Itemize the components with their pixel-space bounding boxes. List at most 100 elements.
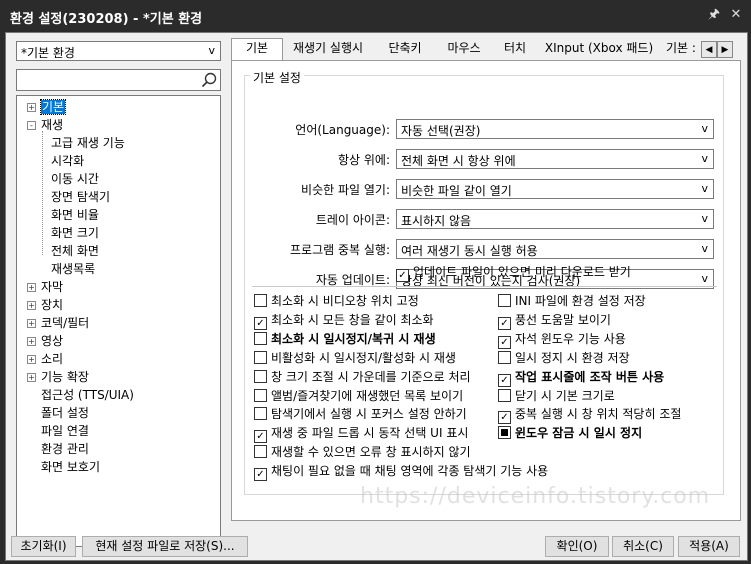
tree-item-label: 고급 재생 기능 (51, 136, 125, 150)
tree-item[interactable]: 자막 (41, 279, 63, 296)
option-label: 중복 실행 시 창 위치 적당히 조절 (515, 407, 682, 422)
tree-item-label: 화면 보호기 (41, 460, 101, 474)
tree-item[interactable]: 전체 화면 (51, 243, 99, 260)
checkbox-empty-icon (254, 388, 267, 402)
close-icon[interactable]: ✕ (727, 6, 745, 24)
tree-item[interactable]: 폴더 설정 (41, 405, 89, 422)
tab-scroll-right-button[interactable]: ▶ (717, 41, 733, 58)
tree-item[interactable]: 화면 보호기 (41, 459, 100, 476)
expand-icon[interactable]: + (27, 373, 36, 382)
tree-item[interactable]: 코덱/필터 (41, 315, 89, 332)
tree-item[interactable]: 화면 비율 (51, 207, 99, 224)
tree-item[interactable]: 고급 재생 기능 (51, 135, 125, 152)
option-label: 풍선 도움말 보이기 (515, 312, 611, 327)
tree-item[interactable]: 장치 (41, 297, 63, 314)
option-checkbox[interactable]: 앨범/즐겨찾기에 재생했던 목록 보이기 (254, 388, 463, 405)
tree-item[interactable]: 장면 탐색기 (51, 189, 110, 206)
option-checkbox[interactable]: ✓ 작업 표시줄에 조작 버튼 사용 (498, 369, 664, 387)
profile-select[interactable]: *기본 환경 v (16, 41, 221, 61)
checkbox-partial-icon (498, 426, 511, 440)
settings-tree[interactable]: 기본 + 재생 - 고급 재생 기능 시각화 이동 시간 장면 탐색기 화면 비율 화면 크기 전체… (16, 95, 221, 547)
search-input[interactable] (16, 69, 221, 91)
option-label: 자석 윈도우 기능 사용 (515, 331, 626, 346)
cancel-button[interactable]: 취소(C) (612, 536, 674, 557)
search-icon[interactable] (201, 72, 217, 88)
chevron-down-icon: v (701, 212, 708, 225)
setting-select[interactable]: 자동 선택(권장) v (396, 119, 714, 139)
tree-item[interactable]: 소리 (41, 351, 63, 368)
tree-item[interactable]: 접근성 (TTS/UIA) (41, 387, 134, 404)
option-checkbox[interactable]: ✓ 자석 윈도우 기능 사용 (498, 331, 626, 349)
tree-item-label: 영상 (41, 334, 64, 348)
option-checkbox[interactable]: 최소화 시 일시정지/복귀 시 재생 (254, 331, 436, 348)
tree-item[interactable]: 환경 관리 (41, 441, 89, 458)
tree-item[interactable]: 재생 (41, 117, 63, 134)
tree-item[interactable]: 파일 연결 (41, 423, 89, 440)
tree-item-label: 환경 관리 (41, 442, 89, 456)
expand-icon[interactable]: + (27, 355, 36, 364)
option-checkbox[interactable]: ✓ 중복 실행 시 창 위치 적당히 조절 (498, 406, 682, 425)
tab-scroll-left-button[interactable]: ◀ (701, 41, 717, 58)
setting-select-value: 비슷한 파일 같이 열기 (401, 184, 512, 198)
option-label: 윈도우 잠금 시 일시 정지 (515, 426, 643, 441)
divider (252, 286, 717, 287)
tab-item[interactable]: 단축키 (376, 39, 434, 60)
expand-icon[interactable]: + (27, 103, 36, 112)
collapse-icon[interactable]: - (27, 121, 36, 130)
pin-icon[interactable]: 🖈 (705, 6, 723, 24)
tree-item-label: 장면 탐색기 (51, 190, 111, 204)
tab-item[interactable]: 기본 (231, 38, 283, 61)
option-checkbox[interactable]: 일시 정지 시 환경 저장 (498, 350, 630, 367)
setting-select-value: 표시하지 않음 (401, 214, 472, 228)
option-checkbox[interactable]: ✓ 최소화 시 모든 창을 같이 최소화 (254, 312, 434, 330)
setting-select[interactable]: 비슷한 파일 같이 열기 v (396, 179, 714, 199)
setting-select[interactable]: 표시하지 않음 v (396, 209, 714, 229)
tab-item[interactable]: 기본 : (661, 39, 701, 60)
tree-item-label: 장치 (41, 298, 64, 312)
option-checkbox[interactable]: 최소화 시 비디오창 위치 고정 (254, 293, 419, 310)
tab-item[interactable]: 재생기 실행시 (283, 39, 373, 60)
tab-item[interactable]: 마우스 (436, 39, 492, 60)
expand-icon[interactable]: + (27, 319, 36, 328)
tree-item[interactable]: 화면 크기 (51, 225, 99, 242)
option-label: INI 파일에 환경 설정 저장 (515, 294, 646, 308)
option-label: 창 크기 조절 시 가운데를 기준으로 처리 (271, 369, 471, 384)
tab-item[interactable]: XInput (Xbox 패드) (539, 39, 659, 60)
update-download-checkbox[interactable]: ✓ 업데이트 파일이 있으면 미리 다운로드 받기 (396, 264, 631, 282)
chevron-down-icon: v (701, 182, 708, 195)
tree-item-label: 기능 확장 (41, 370, 89, 384)
option-checkbox[interactable]: 윈도우 잠금 시 일시 정지 (498, 425, 642, 442)
expand-icon[interactable]: + (27, 337, 36, 346)
tree-item[interactable]: 재생목록 (51, 261, 95, 278)
tree-item-label: 화면 비율 (51, 208, 99, 222)
tree-item-label: 접근성 (TTS/UIA) (41, 388, 134, 402)
ok-button[interactable]: 확인(O) (545, 536, 609, 557)
option-checkbox[interactable]: INI 파일에 환경 설정 저장 (498, 293, 646, 310)
tree-item[interactable]: 기능 확장 (41, 369, 89, 386)
expand-icon[interactable]: + (27, 283, 36, 292)
option-checkbox[interactable]: 창 크기 조절 시 가운데를 기준으로 처리 (254, 369, 471, 386)
tree-item[interactable]: 시각화 (51, 153, 84, 170)
option-checkbox[interactable]: ✓ 재생 중 파일 드롭 시 동작 선택 UI 표시 (254, 425, 468, 444)
save-to-file-button[interactable]: 현재 설정 파일로 저장(S)... (82, 536, 248, 557)
setting-select[interactable]: 여러 재생기 동시 실행 허용 v (396, 239, 714, 259)
option-label: 최소화 시 비디오창 위치 고정 (271, 294, 419, 308)
chevron-down-icon: v (701, 272, 708, 285)
tree-item[interactable]: 이동 시간 (51, 171, 99, 188)
option-checkbox[interactable]: 비활성화 시 일시정지/활성화 시 재생 (254, 350, 456, 367)
option-checkbox[interactable]: ✓ 채팅이 필요 없을 때 채팅 영역에 각종 탐색기 기능 사용 (254, 463, 548, 482)
expand-icon[interactable]: + (27, 301, 36, 310)
apply-button[interactable]: 적용(A) (678, 536, 740, 557)
option-checkbox[interactable]: 탐색기에서 실행 시 포커스 설정 안하기 (254, 406, 467, 423)
tree-item[interactable]: 영상 (41, 333, 63, 350)
option-checkbox[interactable]: 재생할 수 있으면 오류 창 표시하지 않기 (254, 444, 471, 461)
tree-item[interactable]: 기본 (39, 99, 67, 116)
setting-select[interactable]: 전체 화면 시 항상 위에 v (396, 149, 714, 169)
checkbox-empty-icon (254, 407, 267, 421)
reset-button[interactable]: 초기화(I) (11, 536, 76, 557)
option-checkbox[interactable]: 닫기 시 기본 크기로 (498, 388, 615, 405)
tab-item[interactable]: 터치 (494, 39, 536, 60)
checkbox-check-icon: ✓ (498, 373, 511, 387)
option-checkbox[interactable]: ✓ 풍선 도움말 보이기 (498, 312, 611, 330)
chevron-down-icon: v (701, 152, 708, 165)
